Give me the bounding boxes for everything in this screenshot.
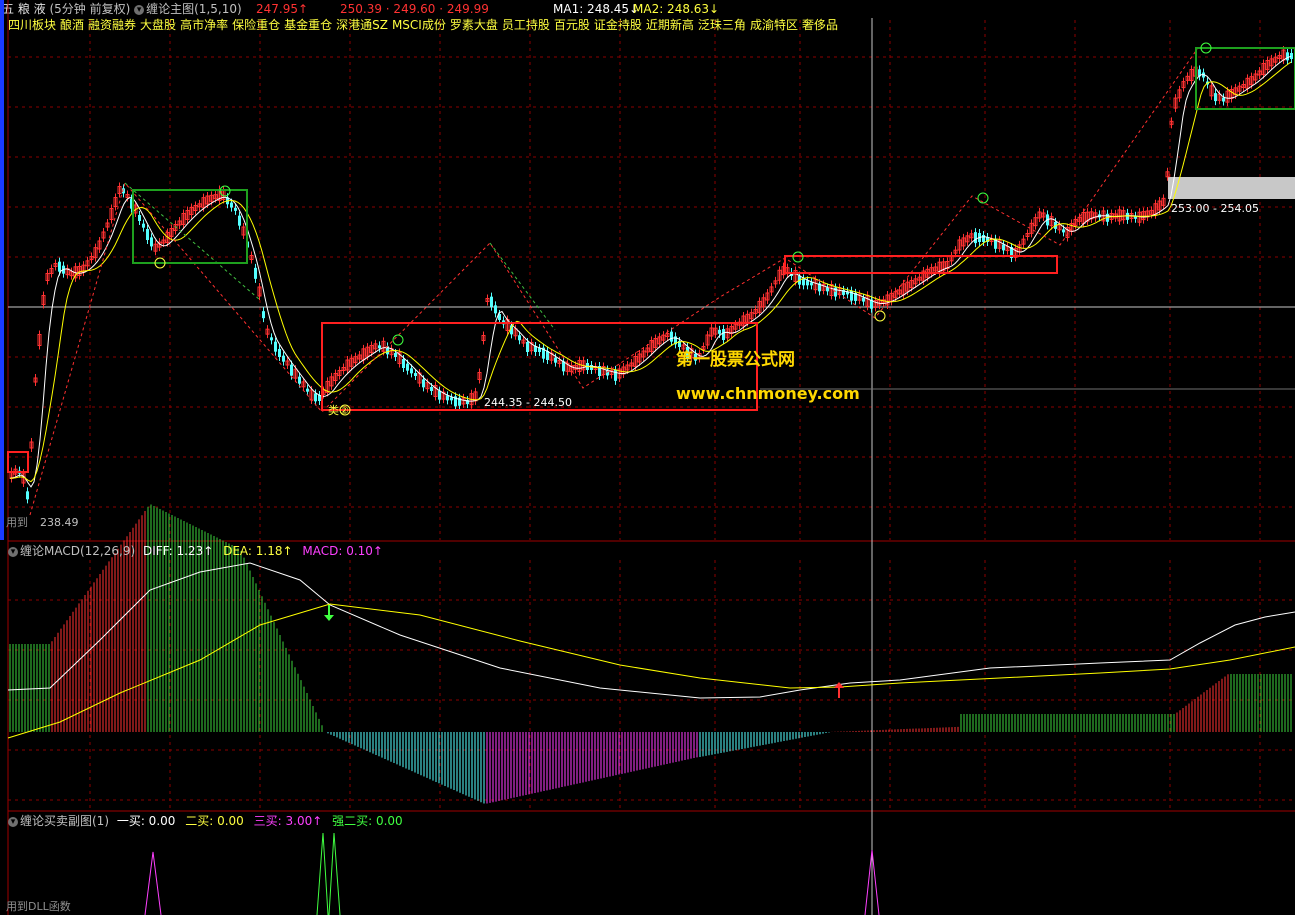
candle-body <box>230 202 233 208</box>
candle-body <box>406 363 409 371</box>
candle-body <box>718 329 721 334</box>
diff-line <box>7 562 1295 699</box>
macd-header: ▾ 缠论MACD(12,26,9) DIFF: 1.23↑ DEA: 1.18↑ … <box>8 543 383 559</box>
ma2-line <box>9 61 1292 483</box>
signal-menu-icon[interactable]: ▾ <box>8 816 18 827</box>
candle-body <box>278 349 281 357</box>
left-scroll-strip <box>0 0 4 540</box>
low-value-label: 238.49 <box>40 516 79 529</box>
candle-body <box>238 215 241 226</box>
candle-body <box>446 395 449 401</box>
candle-body <box>270 337 273 341</box>
candle-body <box>146 229 149 241</box>
candle-body <box>1002 244 1005 251</box>
watermark-url: www.chnmoney.com <box>676 384 860 403</box>
buy2-value: 二买: 0.00 <box>185 814 244 828</box>
bottom-note-main: 用到 <box>6 516 28 529</box>
signal-header: ▾ 缠论买卖副图(1) 一买: 0.00 二买: 0.00 三买: 3.00↑ 强… <box>8 813 403 829</box>
candle-body <box>722 329 725 341</box>
dea-value: DEA: 1.18↑ <box>223 544 293 558</box>
candle-body <box>254 267 257 279</box>
range-label-1: 244.35 - 244.50 <box>484 396 572 409</box>
pivot-box-red <box>784 255 1058 274</box>
ma1-line <box>9 55 1292 488</box>
strong-buy-spike <box>316 832 341 915</box>
price-marker-box <box>1168 177 1295 199</box>
candle-body <box>138 215 141 221</box>
candle-body <box>234 207 237 211</box>
candle-body <box>378 345 381 349</box>
candle-body <box>554 357 557 363</box>
candle-body <box>438 390 441 400</box>
strong-buy-value: 强二买: 0.00 <box>332 814 403 828</box>
candle-body <box>394 353 397 357</box>
candle-body <box>298 376 301 384</box>
candle-body <box>862 297 865 302</box>
candle-body <box>614 369 617 381</box>
candle-body <box>262 311 265 319</box>
buy1-value: 一买: 0.00 <box>116 814 176 828</box>
candle-body <box>402 359 405 368</box>
candle-body <box>1222 97 1225 102</box>
candle-body <box>526 342 529 352</box>
candle-body <box>806 280 809 286</box>
candle-body <box>414 373 417 376</box>
candle-body <box>802 278 805 286</box>
signal-marker-icon <box>392 334 404 346</box>
candle-body <box>290 364 293 376</box>
macd-indicator-name[interactable]: 缠论MACD(12,26,9) <box>20 544 135 558</box>
candle-body <box>58 261 61 272</box>
buy3-spike <box>144 851 162 915</box>
candle-body <box>1286 52 1289 61</box>
dll-note: 用到DLL函数 <box>6 900 71 913</box>
candle-body <box>450 397 453 401</box>
candle-body <box>670 331 673 342</box>
range-label-2: 253.00 - 254.05 <box>1171 202 1259 215</box>
signal-marker-icon <box>874 310 886 322</box>
candle-body <box>274 341 277 352</box>
candle-body <box>494 305 497 314</box>
macd-menu-icon[interactable]: ▾ <box>8 546 18 557</box>
buy3-value: 三买: 3.00↑ <box>253 814 323 828</box>
watermark-title: 第一股票公式网 <box>676 350 795 370</box>
diff-value: DIFF: 1.23↑ <box>142 544 214 558</box>
candle-body <box>982 235 985 242</box>
candle-body <box>810 282 813 286</box>
macd-value: MACD: 0.10↑ <box>302 544 383 558</box>
signal-indicator-name[interactable]: 缠论买卖副图(1) <box>20 814 109 828</box>
candle-body <box>422 379 425 388</box>
cross-down-arrow-icon <box>324 605 334 621</box>
candle-body <box>314 393 317 402</box>
candle-body <box>306 388 309 392</box>
candle-body <box>142 223 145 228</box>
signal-marker-icon <box>977 192 989 204</box>
chart-canvas <box>0 0 1295 915</box>
candle-body <box>430 387 433 391</box>
candle-body <box>410 368 413 374</box>
candle-body <box>150 237 153 247</box>
candle-body <box>518 335 521 341</box>
stroke-line-green <box>124 182 261 301</box>
candle-body <box>282 355 285 362</box>
stroke-line <box>29 47 1199 516</box>
class-label: 类② <box>328 404 349 417</box>
candle-body <box>1062 229 1065 233</box>
candle-body <box>490 296 493 307</box>
candle-body <box>1214 93 1217 102</box>
candle-body <box>26 491 29 500</box>
candle-body <box>974 232 977 244</box>
